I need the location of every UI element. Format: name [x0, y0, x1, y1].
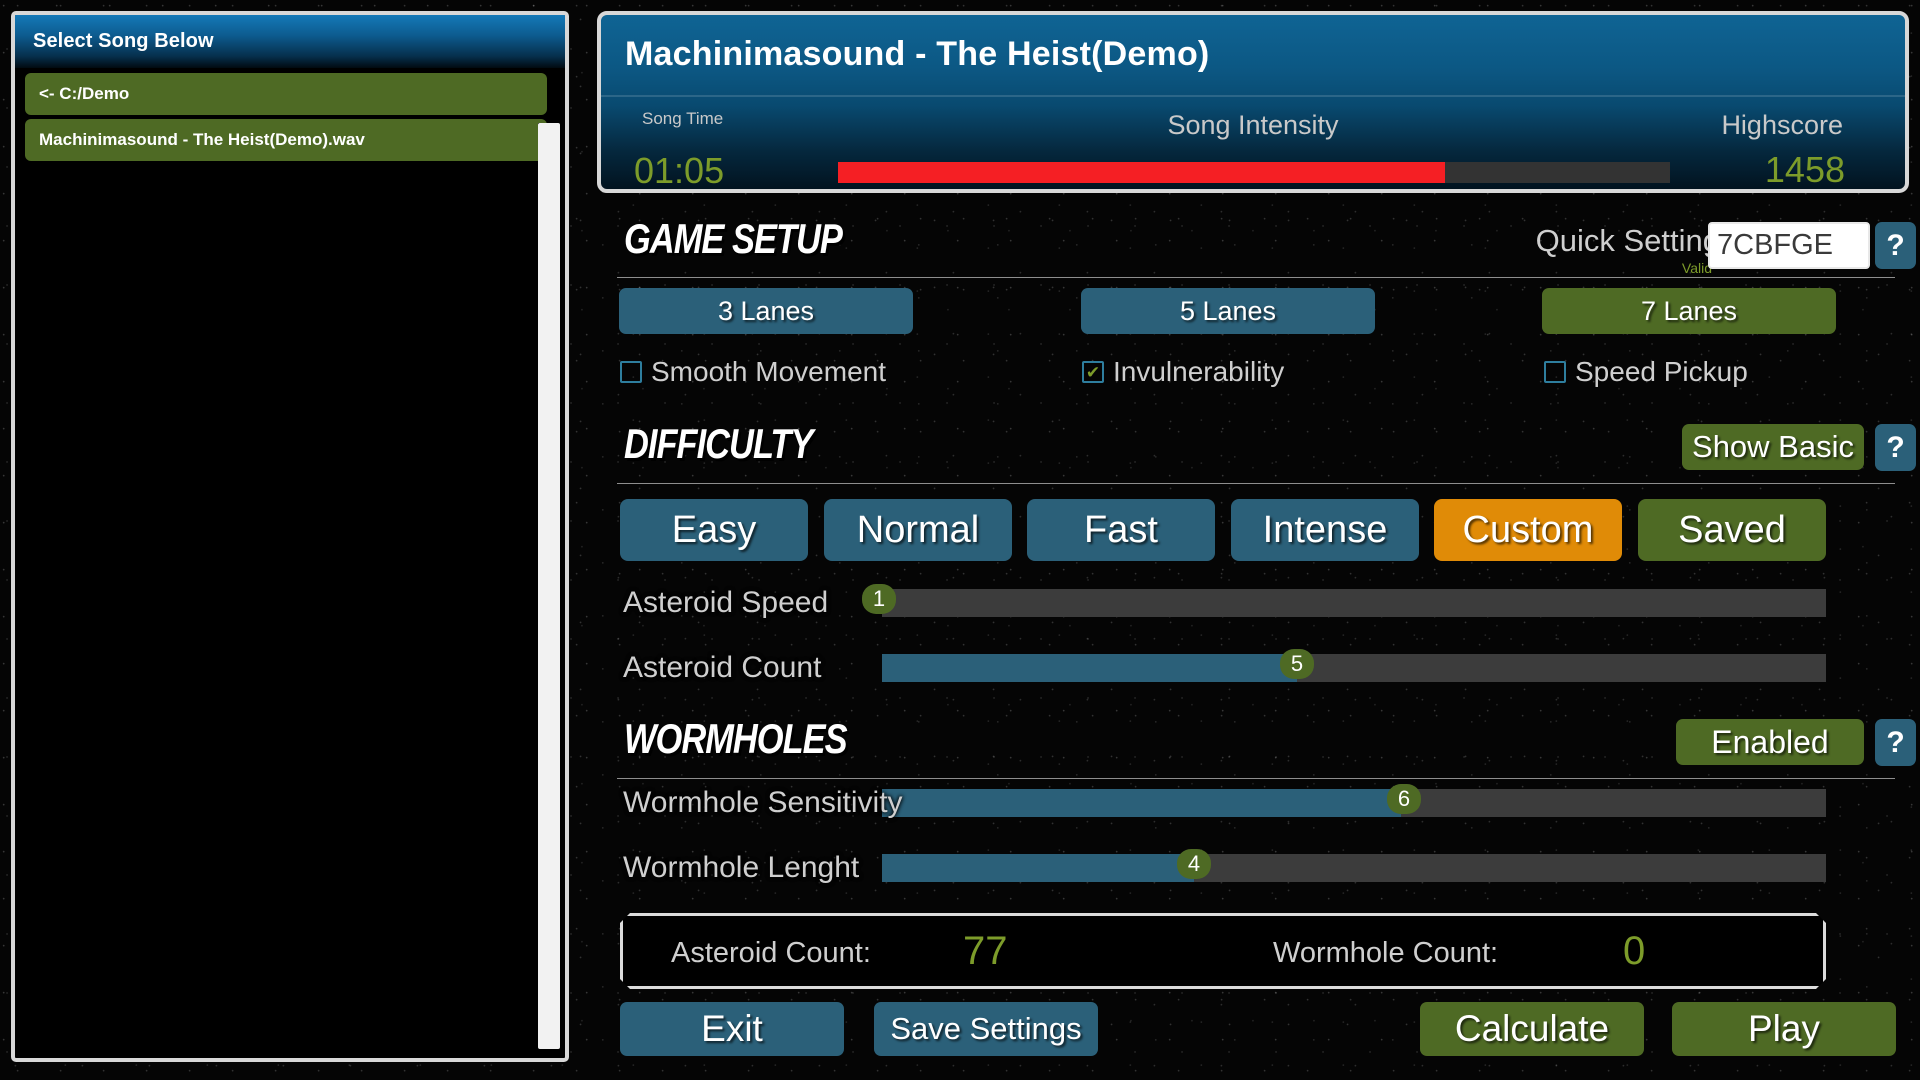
song-intensity-bar-fill — [838, 162, 1446, 183]
slider-asteroid-count-fill — [882, 654, 1298, 682]
checkbox-invulnerability[interactable]: ✔ Invulnerability — [1082, 356, 1284, 388]
checkbox-smooth-movement[interactable]: Smooth Movement — [620, 356, 886, 388]
slider-asteroid-count-track[interactable] — [882, 654, 1826, 682]
difficulty-preset-intense[interactable]: Intense — [1231, 499, 1419, 561]
slider-wormhole-length-track[interactable] — [882, 854, 1826, 882]
checkbox-speed-pickup[interactable]: Speed Pickup — [1544, 356, 1748, 388]
lane-option-5[interactable]: 5 Lanes — [1081, 288, 1375, 334]
wormholes-title: WORMHOLES — [624, 715, 848, 762]
checkbox-invulnerability-box: ✔ — [1082, 361, 1104, 383]
song-list-parent-directory[interactable]: <- C:/Demo — [25, 73, 547, 115]
song-list-scrollbar-thumb[interactable] — [538, 123, 560, 1049]
lane-option-3[interactable]: 3 Lanes — [619, 288, 913, 334]
calculate-button[interactable]: Calculate — [1420, 1002, 1644, 1056]
slider-asteroid-speed-knob[interactable]: 1 — [862, 584, 896, 614]
slider-asteroid-speed-track[interactable] — [882, 589, 1826, 617]
slider-asteroid-speed-label: Asteroid Speed — [623, 586, 829, 619]
save-settings-button[interactable]: Save Settings — [874, 1002, 1098, 1056]
difficulty-preset-fast[interactable]: Fast — [1027, 499, 1215, 561]
exit-button[interactable]: Exit — [620, 1002, 844, 1056]
song-list-panel: Select Song Below <- C:/Demo Machinimaso… — [11, 11, 569, 1062]
checkbox-invulnerability-label: Invulnerability — [1113, 356, 1285, 387]
wormholes-help-icon[interactable]: ? — [1875, 719, 1916, 766]
difficulty-preset-custom[interactable]: Custom — [1434, 499, 1622, 561]
summary-box: Asteroid Count: 77 Wormhole Count: 0 — [620, 913, 1826, 989]
summary-asteroid-count-label: Asteroid Count: — [671, 937, 871, 969]
checkbox-speed-pickup-label: Speed Pickup — [1575, 356, 1748, 387]
difficulty-section: DIFFICULTY Show Basic ? — [592, 420, 1920, 510]
checkbox-speed-pickup-box — [1544, 361, 1566, 383]
difficulty-preset-normal[interactable]: Normal — [824, 499, 1012, 561]
slider-wormhole-length[interactable]: Wormhole Lenght 4 — [592, 849, 1920, 886]
summary-wormhole-count-label: Wormhole Count: — [1273, 937, 1499, 969]
game-setup-rule — [617, 277, 1895, 278]
slider-wormhole-sensitivity[interactable]: Wormhole Sensitivity 6 — [592, 784, 1920, 821]
main-content: Machinimasound - The Heist(Demo) Song Ti… — [592, 0, 1920, 1080]
song-list-item[interactable]: Machinimasound - The Heist(Demo).wav — [25, 119, 547, 161]
difficulty-preset-saved[interactable]: Saved — [1638, 499, 1826, 561]
slider-asteroid-speed[interactable]: Asteroid Speed 1 — [592, 584, 1920, 621]
difficulty-title: DIFFICULTY — [624, 420, 813, 467]
checkbox-smooth-movement-label: Smooth Movement — [651, 356, 886, 387]
summary-asteroid-count-value: 77 — [963, 929, 1008, 973]
song-intensity-label: Song Intensity — [1167, 110, 1339, 140]
now-playing-divider — [601, 95, 1905, 97]
lane-option-7[interactable]: 7 Lanes — [1542, 288, 1836, 334]
wormholes-enabled-button[interactable]: Enabled — [1676, 719, 1864, 765]
now-playing-card: Machinimasound - The Heist(Demo) Song Ti… — [597, 11, 1909, 193]
slider-wormhole-sensitivity-label: Wormhole Sensitivity — [623, 786, 903, 819]
wormholes-rule — [617, 778, 1895, 779]
song-intensity-bar — [838, 162, 1670, 183]
checkbox-smooth-movement-box — [620, 361, 642, 383]
highscore-value: 1458 — [1764, 149, 1845, 190]
song-time-value: 01:05 — [634, 150, 725, 191]
slider-asteroid-count-knob[interactable]: 5 — [1280, 649, 1314, 679]
quick-setting-label: Quick Setting — [1535, 223, 1720, 258]
song-list-scrollbar[interactable] — [538, 123, 560, 1049]
slider-wormhole-sensitivity-knob[interactable]: 6 — [1387, 784, 1421, 814]
summary-section: Asteroid Count: 77 Wormhole Count: 0 — [592, 913, 1920, 993]
summary-wormhole-count-value: 0 — [1623, 929, 1646, 973]
slider-asteroid-count[interactable]: Asteroid Count 5 — [592, 649, 1920, 686]
song-list-parent-directory-label: <- C:/Demo — [39, 84, 130, 103]
difficulty-show-basic-button[interactable]: Show Basic — [1682, 424, 1864, 470]
now-playing-title: Machinimasound - The Heist(Demo) — [625, 35, 1210, 73]
quick-setting-help-icon[interactable]: ? — [1875, 222, 1916, 269]
quick-setting-input[interactable] — [1708, 222, 1870, 269]
slider-asteroid-count-label: Asteroid Count — [623, 651, 822, 684]
difficulty-help-icon[interactable]: ? — [1875, 424, 1916, 471]
footer-buttons: Exit Save Settings Calculate Play — [592, 1002, 1920, 1062]
app-root: Select Song Below <- C:/Demo Machinimaso… — [0, 0, 1920, 1080]
difficulty-preset-easy[interactable]: Easy — [620, 499, 808, 561]
difficulty-rule — [617, 483, 1895, 484]
slider-wormhole-sensitivity-fill — [882, 789, 1402, 817]
slider-wormhole-length-fill — [882, 854, 1194, 882]
song-list-header-label: Select Song Below — [33, 30, 214, 52]
song-list-item-label: Machinimasound - The Heist(Demo).wav — [39, 130, 365, 149]
difficulty-presets-row: Easy Normal Fast Intense Custom Saved — [592, 499, 1920, 569]
lanes-row: 3 Lanes 5 Lanes 7 Lanes Smooth Movement … — [592, 288, 1920, 398]
highscore-label: Highscore — [1721, 110, 1843, 140]
slider-wormhole-length-knob[interactable]: 4 — [1177, 849, 1211, 879]
game-setup-title: GAME SETUP — [624, 215, 843, 262]
slider-wormhole-length-label: Wormhole Lenght — [623, 851, 860, 884]
song-list-header: Select Song Below — [15, 15, 565, 68]
slider-wormhole-sensitivity-track[interactable] — [882, 789, 1826, 817]
play-button[interactable]: Play — [1672, 1002, 1896, 1056]
